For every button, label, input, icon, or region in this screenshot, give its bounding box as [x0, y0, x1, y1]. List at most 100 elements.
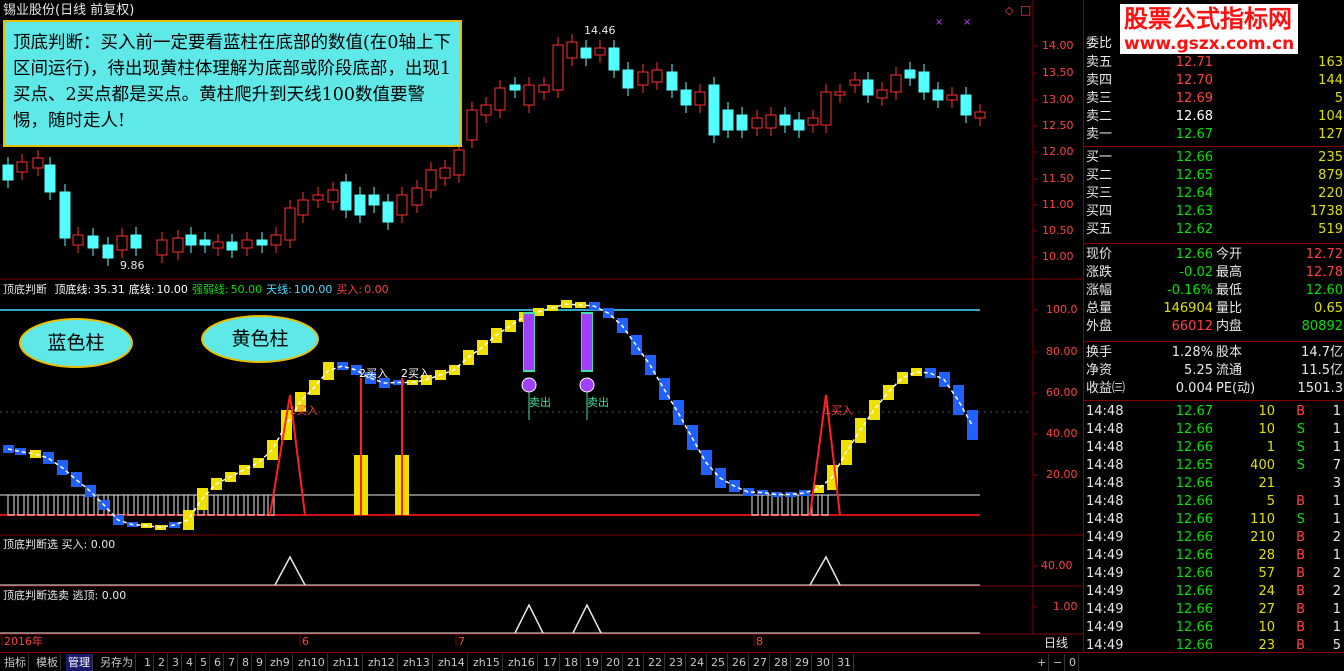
quote-row: 外盘 66012 内盘 80892 [1084, 317, 1344, 336]
select-panel-name: 顶底判断选 [3, 538, 58, 551]
toolbar-tab-24[interactable]: 24 [688, 654, 707, 671]
toolbar-tab-21[interactable]: 21 [625, 654, 644, 671]
toolbar-tab-23[interactable]: 23 [667, 654, 686, 671]
tick-side: B [1296, 602, 1305, 617]
candle-body [946, 94, 958, 101]
quote-row: 涨跌 -0.02 最高 12.78 [1084, 263, 1344, 282]
toolbar-tab-1[interactable]: 1 [142, 654, 154, 671]
indicator-field-value: 0.00 [364, 283, 389, 296]
toolbar-tab-18[interactable]: 18 [562, 654, 581, 671]
toolbar-tab-25[interactable]: 25 [709, 654, 728, 671]
toolbar-tab-另存为[interactable]: 另存为 [98, 654, 136, 671]
toolbar-tab-7[interactable]: 7 [226, 654, 238, 671]
tick-price: 12.66 [1175, 548, 1213, 563]
toolbar-zoom-button[interactable]: + [1035, 654, 1050, 671]
indicator-field-label: 底线: [128, 283, 155, 296]
candle-body [44, 164, 56, 193]
tick-row: 14:48 12.65 400 S 7 [1084, 456, 1344, 475]
toolbar-tab-zh9[interactable]: zh9 [268, 654, 293, 671]
tick-time: 14:48 [1086, 422, 1124, 437]
indicator-field-label: 强弱线: [191, 283, 229, 296]
tick-side: S [1296, 458, 1305, 473]
tick-count: 1 [1332, 548, 1341, 563]
tick-price: 12.66 [1175, 566, 1213, 581]
escape-panel-legend: 顶底判断选卖 逃顶: 0.00 [3, 589, 126, 603]
toolbar-tab-31[interactable]: 31 [835, 654, 854, 671]
tick-time: 14:48 [1086, 458, 1124, 473]
candle-body [862, 79, 874, 96]
select-panel-legend: 顶底判断选 买入: 0.00 [3, 538, 115, 552]
quote-label: 外盘 [1086, 319, 1113, 334]
indicator-bar [505, 320, 516, 332]
price-tick-label: 14.00 [1042, 39, 1074, 52]
candle-body [960, 94, 972, 116]
candle-body [284, 207, 296, 241]
ask-label: 卖一 [1086, 127, 1113, 142]
toolbar-tab-9[interactable]: 9 [254, 654, 266, 671]
ask-volume: 163 [1318, 55, 1343, 70]
base-stub [47, 494, 55, 516]
bid-row: 买三 12.64 220 [1084, 184, 1344, 203]
period-label[interactable]: 日线 [1044, 636, 1068, 650]
blue-bar-bubble: 蓝色柱 [19, 318, 133, 368]
toolbar-tab-28[interactable]: 28 [772, 654, 791, 671]
toolbar-tab-8[interactable]: 8 [240, 654, 252, 671]
toolbar-tab-4[interactable]: 4 [184, 654, 196, 671]
toolbar-tab-zh14[interactable]: zh14 [436, 654, 468, 671]
toolbar-tab-zh16[interactable]: zh16 [506, 654, 538, 671]
toolbar-tab-zh10[interactable]: zh10 [296, 654, 328, 671]
quote-row: 现价 12.66 今开 12.72 [1084, 245, 1344, 264]
toolbar-tab-3[interactable]: 3 [170, 654, 182, 671]
toolbar-tab-zh12[interactable]: zh12 [366, 654, 398, 671]
tick-time: 14:49 [1086, 530, 1124, 545]
bid-row: 买二 12.65 879 [1084, 166, 1344, 185]
toolbar-tab-模板[interactable]: 模板 [34, 654, 61, 671]
bid-volume: 879 [1318, 168, 1343, 183]
toolbar-tab-30[interactable]: 30 [814, 654, 833, 671]
toolbar-tab-zh11[interactable]: zh11 [331, 654, 363, 671]
toolbar-tab-5[interactable]: 5 [198, 654, 210, 671]
ask-label: 卖二 [1086, 109, 1113, 124]
bid-price: 12.64 [1175, 186, 1213, 201]
toolbar-tab-27[interactable]: 27 [751, 654, 770, 671]
candle-body [538, 84, 550, 93]
tick-volume: 27 [1258, 602, 1275, 617]
tick-count: 3 [1332, 476, 1341, 491]
tick-side: B [1296, 494, 1305, 509]
toolbar-tab-26[interactable]: 26 [730, 654, 749, 671]
low-price-label: 9.86 [120, 259, 145, 272]
select-spike [274, 555, 306, 586]
toolbar-tab-管理[interactable]: 管理 [66, 654, 93, 671]
indicator-field-value: 100.00 [293, 283, 333, 296]
tick-row: 14:48 12.66 21 3 [1084, 474, 1344, 493]
toolbar-tab-zh13[interactable]: zh13 [401, 654, 433, 671]
escape-field-label: 逃顶: [72, 589, 99, 602]
base-stub [67, 494, 75, 516]
candle-body [72, 234, 84, 246]
diamond-icon[interactable]: ◇ [1005, 4, 1013, 18]
toolbar-tab-zh15[interactable]: zh15 [471, 654, 503, 671]
tick-price: 12.66 [1175, 422, 1213, 437]
candle-body [622, 69, 634, 89]
candle-body [608, 47, 620, 71]
toolbar-tab-指标[interactable]: 指标 [2, 654, 29, 671]
toolbar-tab-6[interactable]: 6 [212, 654, 224, 671]
toolbar-tab-29[interactable]: 29 [793, 654, 812, 671]
tick-time: 14:48 [1086, 512, 1124, 527]
toolbar-tab-2[interactable]: 2 [156, 654, 168, 671]
toolbar-tab-20[interactable]: 20 [604, 654, 623, 671]
toolbar-tab-22[interactable]: 22 [646, 654, 665, 671]
price-tick-label: 12.50 [1042, 119, 1074, 132]
toolbar-tab-17[interactable]: 17 [541, 654, 560, 671]
restore-icon[interactable]: □ [1020, 3, 1031, 17]
tick-side: S [1296, 512, 1305, 527]
candle-body [368, 194, 380, 206]
ask-label: 卖三 [1086, 91, 1113, 106]
toolbar-tab-19[interactable]: 19 [583, 654, 602, 671]
tick-side: B [1296, 404, 1305, 419]
toolbar-zoom-button[interactable]: − [1051, 654, 1066, 671]
toolbar-zoom-button[interactable]: 0 [1067, 654, 1079, 671]
tick-price: 12.66 [1175, 440, 1213, 455]
base-stub [821, 494, 829, 516]
quote-label: 今开 [1216, 247, 1243, 262]
